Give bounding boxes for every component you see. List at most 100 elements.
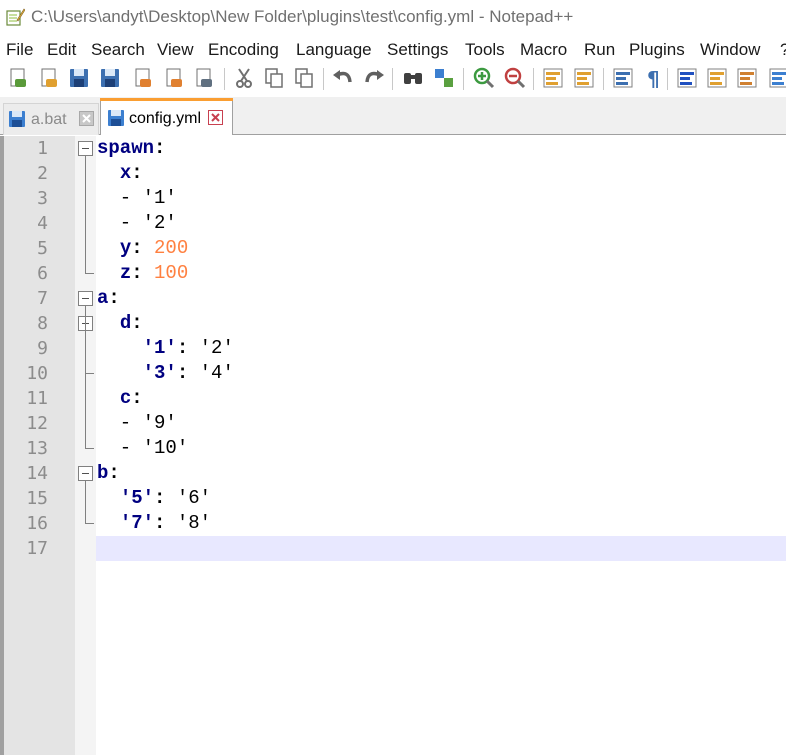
code-line[interactable]: z: 100 — [97, 261, 188, 286]
code-line[interactable]: x: — [97, 161, 143, 186]
yaml-value: '8' — [165, 512, 212, 534]
yaml-value: - '2' — [97, 212, 177, 234]
close-all-icon[interactable] — [162, 66, 186, 90]
undo-icon[interactable] — [331, 66, 355, 90]
yaml-value — [97, 312, 120, 334]
svg-text:¶: ¶ — [647, 67, 660, 90]
copy-icon[interactable] — [262, 66, 286, 90]
menu-settings[interactable]: Settings — [387, 40, 448, 60]
close-tab-icon[interactable] — [79, 111, 94, 126]
indent-guide-icon[interactable] — [675, 66, 699, 90]
word-wrap-icon[interactable] — [611, 66, 635, 90]
zoom-out-icon[interactable] — [503, 66, 527, 90]
yaml-colon: : — [154, 137, 166, 159]
define-language-icon[interactable] — [705, 66, 729, 90]
sync-vertical-icon[interactable] — [541, 66, 565, 90]
line-number: 8 — [37, 313, 48, 334]
menu-file[interactable]: File — [6, 40, 33, 60]
line-number: 13 — [26, 438, 48, 459]
cut-icon[interactable] — [232, 66, 256, 90]
yaml-colon: : — [154, 487, 166, 509]
menu-run[interactable]: Run — [584, 40, 615, 60]
yaml-key: a — [97, 287, 109, 309]
code-line[interactable]: '1': '2' — [97, 336, 234, 361]
find-icon[interactable] — [401, 66, 425, 90]
sync-horizontal-icon[interactable] — [572, 66, 596, 90]
yaml-value — [97, 362, 143, 384]
code-line[interactable]: - '1' — [97, 186, 177, 211]
menu-tools[interactable]: Tools — [465, 40, 505, 60]
menu-window[interactable]: Window — [700, 40, 760, 60]
toolbar-separator — [463, 68, 464, 90]
code-line[interactable]: c: — [97, 386, 143, 411]
menu-edit[interactable]: Edit — [47, 40, 76, 60]
editor[interactable]: 1 spawn: 2 x: 3 - '1' 4 - '2' 5 y: 200 6 z: 10… — [0, 136, 786, 755]
fold-end-marker — [85, 523, 94, 524]
yaml-colon: : — [131, 237, 143, 259]
yaml-key: d — [119, 312, 132, 334]
code-line[interactable]: a: — [97, 286, 120, 311]
line-number: 12 — [26, 413, 48, 434]
save-all-icon[interactable] — [98, 66, 122, 90]
yaml-value: - '9' — [97, 412, 177, 434]
redo-icon[interactable] — [362, 66, 386, 90]
yaml-key: x — [119, 162, 132, 184]
code-line[interactable]: '3': '4' — [97, 361, 234, 386]
menu-search[interactable]: Search — [91, 40, 145, 60]
fold-line — [85, 306, 86, 448]
tab-a-bat[interactable]: a.bat — [3, 103, 99, 135]
paste-icon[interactable] — [292, 66, 316, 90]
notepad-plus-plus-icon — [6, 8, 25, 26]
menu-language[interactable]: Language — [296, 40, 372, 60]
code-line[interactable]: - '2' — [97, 211, 177, 236]
menu-view[interactable]: View — [157, 40, 194, 60]
menu-help[interactable]: ? — [780, 40, 786, 60]
code-line[interactable]: d: — [97, 311, 143, 336]
menu-encoding[interactable]: Encoding — [208, 40, 279, 60]
yaml-key: '5' — [119, 487, 155, 509]
line-number: 7 — [37, 288, 48, 309]
text-area[interactable] — [96, 136, 786, 755]
menu-plugins[interactable]: Plugins — [629, 40, 685, 60]
fold-line — [85, 156, 86, 273]
print-icon[interactable] — [192, 66, 216, 90]
yaml-value: - '10' — [97, 437, 189, 459]
code-line[interactable]: '5': '6' — [97, 486, 211, 511]
code-line[interactable]: - '9' — [97, 411, 177, 436]
toolbar-separator — [392, 68, 393, 90]
replace-icon[interactable] — [432, 66, 456, 90]
save-icon[interactable] — [67, 66, 91, 90]
yaml-key: '1' — [142, 337, 177, 359]
code-line[interactable]: spawn: — [97, 136, 165, 161]
code-line[interactable]: y: 200 — [97, 236, 188, 261]
fold-toggle-icon[interactable] — [78, 291, 93, 306]
fold-end-marker — [85, 373, 94, 374]
code-line[interactable]: b: — [97, 461, 120, 486]
toolbar-separator — [603, 68, 604, 90]
zoom-in-icon[interactable] — [472, 66, 496, 90]
new-file-icon[interactable] — [6, 66, 30, 90]
yaml-key: b — [97, 462, 109, 484]
menu-macro[interactable]: Macro — [520, 40, 567, 60]
open-file-icon[interactable] — [37, 66, 61, 90]
toolbar-separator — [533, 68, 534, 90]
toolbar: ¶ — [0, 63, 786, 96]
menu-bar: File Edit Search View Encoding Language Settin… — [0, 38, 786, 62]
yaml-value — [97, 337, 143, 359]
fold-toggle-icon[interactable] — [78, 141, 93, 156]
code-line[interactable]: '7': '8' — [97, 511, 211, 536]
close-tab-icon[interactable] — [208, 110, 223, 125]
show-all-chars-icon[interactable]: ¶ — [642, 66, 666, 90]
document-map-icon[interactable] — [735, 66, 759, 90]
yaml-key: '3' — [142, 362, 177, 384]
yaml-value: '2' — [188, 337, 234, 359]
yaml-colon: : — [154, 512, 166, 534]
line-number: 17 — [26, 538, 48, 559]
close-icon[interactable] — [131, 66, 155, 90]
line-number: 9 — [37, 338, 48, 359]
yaml-value: '6' — [165, 487, 212, 509]
fold-toggle-icon[interactable] — [78, 466, 93, 481]
tab-config-yml[interactable]: config.yml — [100, 98, 233, 135]
code-line[interactable]: - '10' — [97, 436, 188, 461]
function-list-icon[interactable] — [767, 66, 786, 90]
